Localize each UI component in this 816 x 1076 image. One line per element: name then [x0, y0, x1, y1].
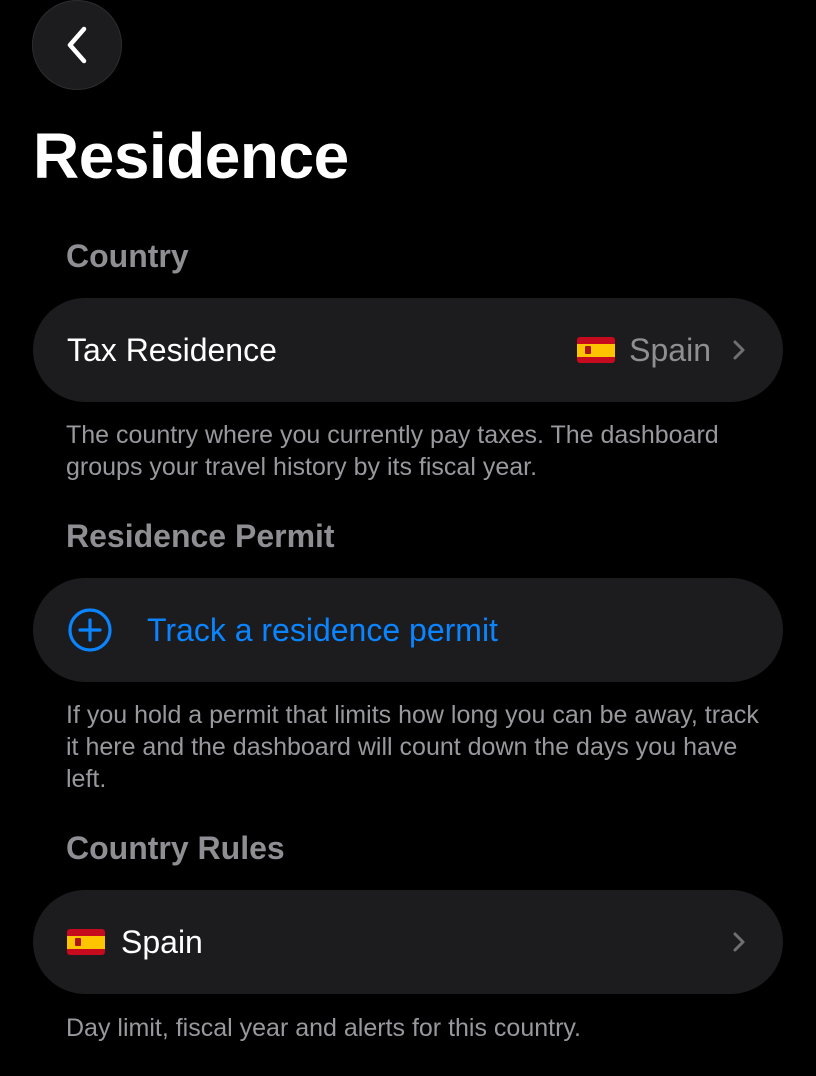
- chevron-left-icon: [67, 26, 87, 64]
- country-rules-spain-row[interactable]: Spain: [33, 890, 783, 994]
- tax-residence-row[interactable]: Tax Residence Spain: [33, 298, 783, 402]
- track-residence-permit-label: Track a residence permit: [147, 611, 498, 648]
- page-title: Residence: [33, 120, 349, 192]
- tax-residence-label: Tax Residence: [67, 331, 277, 368]
- plus-circle-icon: [68, 608, 112, 652]
- tax-residence-value: Spain: [629, 331, 711, 368]
- chevron-right-icon: [733, 932, 745, 952]
- section-header-residence-permit: Residence Permit: [66, 518, 335, 554]
- section-header-country: Country: [66, 238, 189, 274]
- spain-flag-icon: [577, 337, 616, 363]
- country-rules-footnote: Day limit, fiscal year and alerts for th…: [66, 1014, 581, 1042]
- back-button[interactable]: [32, 0, 122, 90]
- tax-residence-footnote: The country where you currently pay taxe…: [66, 421, 719, 481]
- residence-permit-footnote: If you hold a permit that limits how lon…: [66, 701, 759, 793]
- track-residence-permit-button[interactable]: Track a residence permit: [33, 578, 783, 682]
- chevron-right-icon: [733, 340, 745, 360]
- country-rules-spain-label: Spain: [121, 923, 203, 960]
- spain-flag-icon: [67, 929, 105, 955]
- section-header-country-rules: Country Rules: [66, 830, 285, 866]
